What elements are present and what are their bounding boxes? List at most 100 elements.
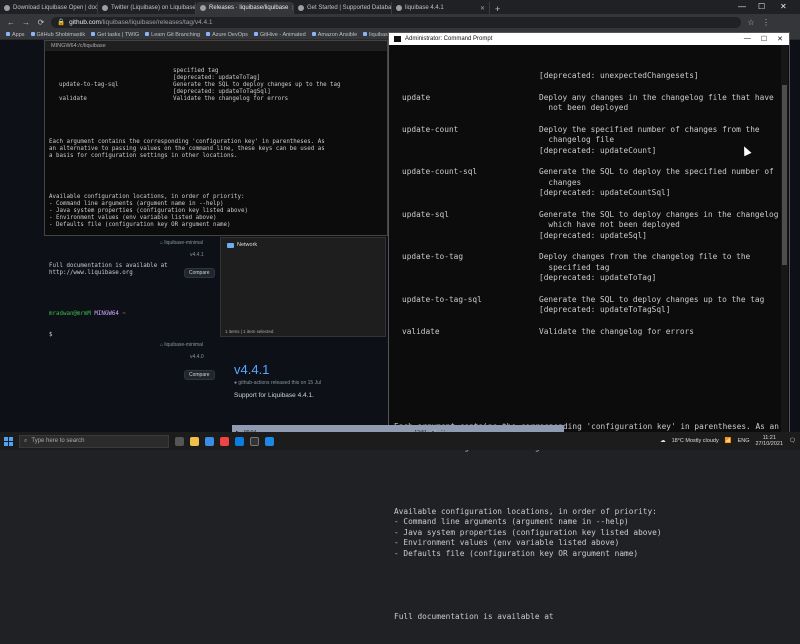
bookmark-icon	[91, 31, 96, 36]
bookmark-item[interactable]: Apps	[6, 31, 25, 38]
cmd-command	[394, 231, 539, 242]
bash-terminal-window[interactable]: MINGW64:/c/liquibase specified tag [depre…	[44, 40, 388, 338]
cmd-command: update-count-sql	[402, 167, 478, 176]
cmd-help-row: update-to-tag-sql Generate the SQL to dep…	[394, 295, 789, 306]
cmd-icon	[394, 36, 401, 42]
cmd-description: Deploy any changes in the changelog file…	[539, 92, 774, 102]
browser-tab[interactable]: liquibase 4.4.1 ✕	[392, 2, 490, 14]
new-tab-icon[interactable]: +	[490, 4, 505, 14]
task-view-icon[interactable]	[175, 436, 184, 446]
cmd-help-row: which have not been deployed	[394, 220, 789, 231]
address-bar[interactable]: 🔒 github.com/liquibase/liquibase/release…	[51, 16, 741, 28]
bash-para-2: Available configuration locations, in or…	[49, 194, 248, 228]
cmd-description: [deprecated: updateToTag]	[539, 273, 657, 282]
tab-close-icon[interactable]: ✕	[480, 5, 485, 12]
bash-para-1: Each argument contains the corresponding…	[49, 139, 325, 159]
cmd-command	[394, 135, 539, 146]
bash-help-row: update-to-tag-sql Generate the SQL to dep…	[49, 82, 383, 89]
bookmark-icon	[6, 31, 10, 36]
bookmark-icon	[206, 31, 211, 36]
cmd-help-row: update Deploy any changes in the changelo…	[394, 93, 789, 104]
menu-icon[interactable]: ⋮	[761, 18, 771, 27]
browser-tab[interactable]: Twitter (Liquibase) on LiquibaseOne✕	[98, 2, 196, 14]
bookmark-label: Apps	[12, 31, 25, 38]
explorer-title-bar: Network	[221, 238, 385, 252]
bookmark-item[interactable]: Learn Git Branching	[145, 31, 201, 38]
tab-favicon-icon	[396, 5, 402, 11]
close-icon[interactable]: ✕	[780, 2, 787, 11]
cmd-help-row: update-count-sql Generate the SQL to depl…	[394, 167, 789, 178]
row-gap	[394, 316, 789, 327]
bookmark-item[interactable]: GitHive - Animated	[253, 31, 306, 38]
chrome-icon[interactable]	[220, 436, 229, 446]
clock[interactable]: 11:21 27/10/2021	[755, 435, 783, 447]
bookmark-item[interactable]: Amazon Ansible	[311, 31, 357, 38]
taskbar-search[interactable]: ⌕ Type here to search	[19, 434, 169, 448]
cmd-command	[394, 220, 539, 231]
cmd-description: Deploy changes from the changelog file t…	[539, 252, 751, 261]
bookmark-item[interactable]: GitHub Shobimastik	[30, 31, 85, 38]
explorer-window[interactable]: Network 1 items | 1 item selected	[220, 237, 386, 337]
cmd-help-row: changes	[394, 178, 789, 189]
weather-text[interactable]: 18°C Mostly cloudy	[672, 438, 719, 444]
bookmark-icon	[30, 31, 35, 36]
cmd-help-row: [deprecated: updateToTagSql]	[394, 305, 789, 316]
back-icon[interactable]: ←	[6, 18, 16, 27]
minimize-icon[interactable]: —	[738, 2, 746, 11]
cmd-title: Administrator: Command Prompt	[405, 36, 493, 42]
file-explorer-icon[interactable]	[190, 436, 199, 446]
edge-icon[interactable]	[205, 436, 214, 446]
browser-tab[interactable]: Releases · liquibase/liquibase✕	[196, 2, 294, 14]
cmd-help-row: specified tag	[394, 263, 789, 274]
forward-icon[interactable]: →	[21, 18, 31, 27]
bash-description: Validate the changelog for errors	[173, 96, 289, 102]
bash-command: validate	[59, 96, 87, 102]
teams-icon[interactable]	[265, 436, 274, 446]
compare-button[interactable]: Compare	[184, 370, 215, 380]
bash-command	[49, 75, 173, 82]
bash-command: update-to-tag-sql	[59, 82, 119, 88]
cmd-help-row: [deprecated: unexpectedChangesets]	[394, 71, 789, 82]
bash-help-row: [deprecated: updateToTagSql]	[49, 89, 383, 96]
row-gap	[394, 284, 789, 295]
bash-command	[49, 68, 173, 75]
cmd-description: [deprecated: updateSql]	[539, 230, 647, 240]
cmd-para-2: Available configuration locations, in or…	[394, 506, 662, 558]
lock-icon: 🔒	[57, 19, 66, 26]
bash-description: specified tag	[173, 68, 219, 74]
weather-icon: ☁	[660, 438, 666, 444]
wifi-icon[interactable]: 📶	[725, 438, 732, 444]
terminal-icon[interactable]	[250, 436, 259, 446]
tab-favicon-icon	[102, 5, 108, 11]
bookmark-label: Learn Git Branching	[151, 31, 201, 38]
tab-label: Get Started | Supported Databases	[307, 5, 392, 11]
release-title[interactable]: v4.4.1	[234, 362, 394, 377]
cmd-maximize-icon[interactable]: ☐	[761, 35, 767, 43]
cmd-command: update-to-tag-sql	[402, 294, 482, 304]
bookmark-item[interactable]: Azure DevOps	[206, 31, 248, 38]
url-host: github.com	[69, 18, 101, 26]
cmd-close-icon[interactable]: ✕	[777, 35, 783, 43]
scrollbar-thumb[interactable]	[782, 85, 787, 265]
browser-tab[interactable]: Get Started | Supported Databases✕	[294, 2, 392, 14]
bookmark-item[interactable]: Get tasks | TWIG	[91, 31, 139, 38]
language-indicator[interactable]: ENG	[738, 438, 750, 444]
maximize-icon[interactable]: ☐	[758, 2, 765, 11]
bash-help-row: specified tag	[49, 68, 383, 75]
cmd-description: [deprecated: updateToTagSql]	[539, 305, 671, 314]
address-row: ← → ⟳ 🔒 github.com/liquibase/liquibase/r…	[0, 14, 800, 30]
cmd-minimize-icon[interactable]: —	[744, 35, 751, 43]
url-path: /liquibase/liquibase/releases/tag/v4.4.1	[100, 18, 213, 26]
star-icon[interactable]: ☆	[746, 18, 756, 27]
bookmark-label: GitHive - Animated	[259, 31, 306, 38]
browser-tab[interactable]: Download Liquibase Open | docs✕	[0, 2, 98, 14]
notification-icon[interactable]: 🗨	[789, 438, 796, 444]
command-prompt-window[interactable]: Administrator: Command Prompt — ☐ ✕ [dep…	[388, 32, 790, 621]
cmd-scrollbar[interactable]	[781, 45, 788, 437]
vscode-icon[interactable]	[235, 436, 244, 446]
reload-icon[interactable]: ⟳	[36, 18, 46, 27]
start-button[interactable]	[4, 436, 13, 446]
cmd-description: changes	[539, 177, 582, 187]
cmd-description: Generate the SQL to deploy changes in th…	[539, 209, 779, 219]
cmd-command: update	[402, 92, 431, 102]
